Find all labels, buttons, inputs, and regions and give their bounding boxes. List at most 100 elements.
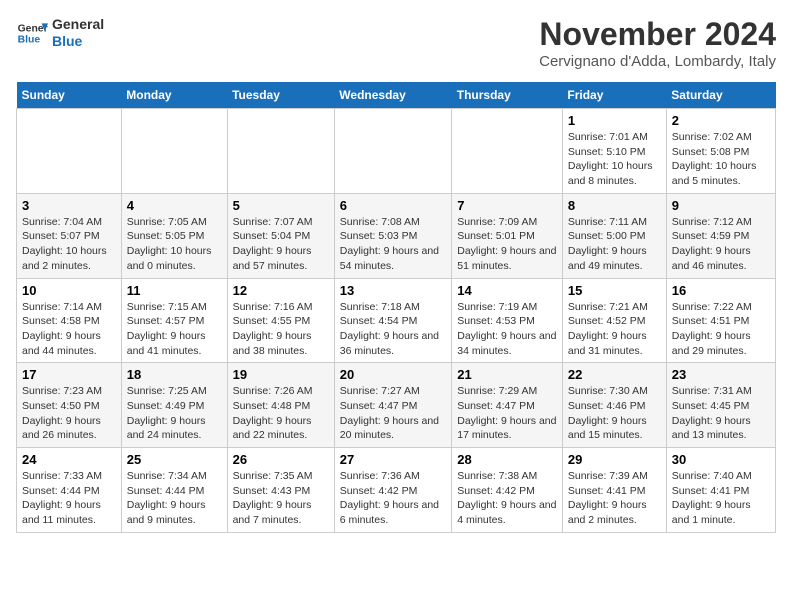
day-number: 8 — [568, 198, 661, 213]
calendar-cell — [17, 109, 122, 194]
svg-text:Blue: Blue — [18, 34, 41, 45]
calendar-cell: 13 Sunrise: 7:18 AM Sunset: 4:54 PM Dayli… — [334, 278, 451, 363]
calendar-cell: 9Sunrise: 7:12 AM Sunset: 4:59 PM Daylig… — [666, 193, 775, 278]
day-info: Sunrise: 7:02 AM Sunset: 5:08 PM Dayligh… — [672, 130, 770, 189]
day-info: Sunrise: 7:16 AM Sunset: 4:55 PM Dayligh… — [233, 300, 329, 359]
day-info: Sunrise: 7:12 AM Sunset: 4:59 PM Dayligh… — [672, 215, 770, 274]
day-info: Sunrise: 7:38 AM Sunset: 4:42 PM Dayligh… — [457, 469, 557, 528]
calendar-cell: 24 Sunrise: 7:33 AM Sunset: 4:44 PM Dayli… — [17, 448, 122, 533]
calendar-cell: 5 Sunrise: 7:07 AM Sunset: 5:04 PM Daylig… — [227, 193, 334, 278]
day-number: 1 — [568, 113, 661, 128]
day-number: 29 — [568, 452, 661, 467]
day-info: Sunrise: 7:07 AM Sunset: 5:04 PM Dayligh… — [233, 215, 329, 274]
header-tuesday: Tuesday — [227, 82, 334, 109]
calendar-week-3: 10Sunrise: 7:14 AM Sunset: 4:58 PM Dayli… — [17, 278, 776, 363]
calendar-cell: 25 Sunrise: 7:34 AM Sunset: 4:44 PM Dayli… — [121, 448, 227, 533]
day-number: 7 — [457, 198, 557, 213]
day-info: Sunrise: 7:09 AM Sunset: 5:01 PM Dayligh… — [457, 215, 557, 274]
day-number: 10 — [22, 283, 116, 298]
day-number: 19 — [233, 367, 329, 382]
day-info: Sunrise: 7:23 AM Sunset: 4:50 PM Dayligh… — [22, 384, 116, 443]
calendar-cell: 12 Sunrise: 7:16 AM Sunset: 4:55 PM Dayli… — [227, 278, 334, 363]
calendar-cell: 26 Sunrise: 7:35 AM Sunset: 4:43 PM Dayli… — [227, 448, 334, 533]
calendar-cell: 28 Sunrise: 7:38 AM Sunset: 4:42 PM Dayli… — [452, 448, 563, 533]
day-number: 18 — [127, 367, 222, 382]
header-friday: Friday — [562, 82, 666, 109]
day-info: Sunrise: 7:34 AM Sunset: 4:44 PM Dayligh… — [127, 469, 222, 528]
day-info: Sunrise: 7:33 AM Sunset: 4:44 PM Dayligh… — [22, 469, 116, 528]
day-info: Sunrise: 7:01 AM Sunset: 5:10 PM Dayligh… — [568, 130, 661, 189]
day-info: Sunrise: 7:19 AM Sunset: 4:53 PM Dayligh… — [457, 300, 557, 359]
calendar-cell: 14 Sunrise: 7:19 AM Sunset: 4:53 PM Dayli… — [452, 278, 563, 363]
calendar-header-row: SundayMondayTuesdayWednesdayThursdayFrid… — [17, 82, 776, 109]
calendar-cell: 6 Sunrise: 7:08 AM Sunset: 5:03 PM Daylig… — [334, 193, 451, 278]
calendar-cell: 1 Sunrise: 7:01 AM Sunset: 5:10 PM Daylig… — [562, 109, 666, 194]
header-monday: Monday — [121, 82, 227, 109]
calendar-cell: 27 Sunrise: 7:36 AM Sunset: 4:42 PM Dayli… — [334, 448, 451, 533]
day-number: 17 — [22, 367, 116, 382]
day-info: Sunrise: 7:31 AM Sunset: 4:45 PM Dayligh… — [672, 384, 770, 443]
calendar-cell: 19 Sunrise: 7:26 AM Sunset: 4:48 PM Dayli… — [227, 363, 334, 448]
day-number: 4 — [127, 198, 222, 213]
day-number: 11 — [127, 283, 222, 298]
day-number: 24 — [22, 452, 116, 467]
day-number: 14 — [457, 283, 557, 298]
logo-line2: Blue — [52, 33, 104, 50]
main-title: November 2024 — [539, 16, 776, 53]
calendar-cell: 8Sunrise: 7:11 AM Sunset: 5:00 PM Daylig… — [562, 193, 666, 278]
day-number: 3 — [22, 198, 116, 213]
day-info: Sunrise: 7:05 AM Sunset: 5:05 PM Dayligh… — [127, 215, 222, 274]
day-number: 6 — [340, 198, 446, 213]
day-info: Sunrise: 7:08 AM Sunset: 5:03 PM Dayligh… — [340, 215, 446, 274]
header-sunday: Sunday — [17, 82, 122, 109]
day-number: 21 — [457, 367, 557, 382]
calendar-cell: 17 Sunrise: 7:23 AM Sunset: 4:50 PM Dayli… — [17, 363, 122, 448]
header-saturday: Saturday — [666, 82, 775, 109]
day-info: Sunrise: 7:25 AM Sunset: 4:49 PM Dayligh… — [127, 384, 222, 443]
calendar-cell: 20 Sunrise: 7:27 AM Sunset: 4:47 PM Dayli… — [334, 363, 451, 448]
day-info: Sunrise: 7:27 AM Sunset: 4:47 PM Dayligh… — [340, 384, 446, 443]
day-info: Sunrise: 7:21 AM Sunset: 4:52 PM Dayligh… — [568, 300, 661, 359]
calendar-cell — [334, 109, 451, 194]
calendar-table: SundayMondayTuesdayWednesdayThursdayFrid… — [16, 82, 776, 533]
header-wednesday: Wednesday — [334, 82, 451, 109]
day-number: 25 — [127, 452, 222, 467]
calendar-cell — [121, 109, 227, 194]
calendar-cell: 10Sunrise: 7:14 AM Sunset: 4:58 PM Dayli… — [17, 278, 122, 363]
calendar-cell: 2Sunrise: 7:02 AM Sunset: 5:08 PM Daylig… — [666, 109, 775, 194]
day-number: 26 — [233, 452, 329, 467]
day-number: 5 — [233, 198, 329, 213]
calendar-cell: 21Sunrise: 7:29 AM Sunset: 4:47 PM Dayli… — [452, 363, 563, 448]
day-info: Sunrise: 7:39 AM Sunset: 4:41 PM Dayligh… — [568, 469, 661, 528]
day-number: 20 — [340, 367, 446, 382]
day-info: Sunrise: 7:22 AM Sunset: 4:51 PM Dayligh… — [672, 300, 770, 359]
logo: General Blue General Blue — [16, 16, 104, 50]
header: General Blue General Blue November 2024 … — [16, 16, 776, 70]
calendar-cell: 30Sunrise: 7:40 AM Sunset: 4:41 PM Dayli… — [666, 448, 775, 533]
header-thursday: Thursday — [452, 82, 563, 109]
day-info: Sunrise: 7:18 AM Sunset: 4:54 PM Dayligh… — [340, 300, 446, 359]
logo-icon: General Blue — [16, 17, 48, 49]
calendar-week-2: 3 Sunrise: 7:04 AM Sunset: 5:07 PM Daylig… — [17, 193, 776, 278]
day-number: 15 — [568, 283, 661, 298]
calendar-cell: 22Sunrise: 7:30 AM Sunset: 4:46 PM Dayli… — [562, 363, 666, 448]
day-info: Sunrise: 7:26 AM Sunset: 4:48 PM Dayligh… — [233, 384, 329, 443]
day-info: Sunrise: 7:30 AM Sunset: 4:46 PM Dayligh… — [568, 384, 661, 443]
day-info: Sunrise: 7:40 AM Sunset: 4:41 PM Dayligh… — [672, 469, 770, 528]
day-number: 16 — [672, 283, 770, 298]
calendar-cell: 18 Sunrise: 7:25 AM Sunset: 4:49 PM Dayli… — [121, 363, 227, 448]
day-number: 13 — [340, 283, 446, 298]
calendar-cell: 16 Sunrise: 7:22 AM Sunset: 4:51 PM Dayli… — [666, 278, 775, 363]
calendar-week-1: 1 Sunrise: 7:01 AM Sunset: 5:10 PM Daylig… — [17, 109, 776, 194]
calendar-cell: 7 Sunrise: 7:09 AM Sunset: 5:01 PM Daylig… — [452, 193, 563, 278]
day-info: Sunrise: 7:35 AM Sunset: 4:43 PM Dayligh… — [233, 469, 329, 528]
day-number: 28 — [457, 452, 557, 467]
day-number: 27 — [340, 452, 446, 467]
calendar-cell: 29 Sunrise: 7:39 AM Sunset: 4:41 PM Dayli… — [562, 448, 666, 533]
day-number: 23 — [672, 367, 770, 382]
calendar-week-5: 24 Sunrise: 7:33 AM Sunset: 4:44 PM Dayli… — [17, 448, 776, 533]
day-info: Sunrise: 7:04 AM Sunset: 5:07 PM Dayligh… — [22, 215, 116, 274]
logo-line1: General — [52, 16, 104, 33]
day-info: Sunrise: 7:36 AM Sunset: 4:42 PM Dayligh… — [340, 469, 446, 528]
day-number: 12 — [233, 283, 329, 298]
